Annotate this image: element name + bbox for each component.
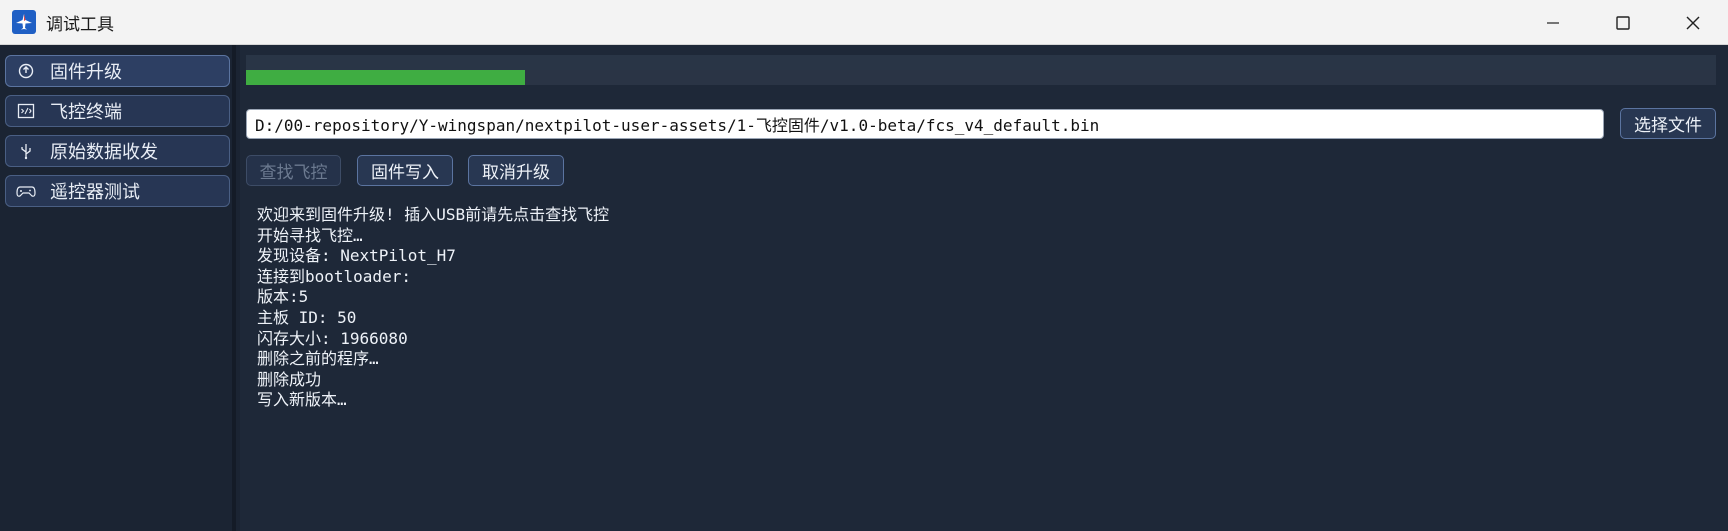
log-line: 主板 ID: 50 [257,307,357,327]
close-icon [1686,16,1700,29]
window-title: 调试工具 [46,14,114,35]
upgrade-icon [16,61,36,81]
firmware-path-input[interactable] [246,109,1604,139]
airplane-app-icon [12,10,36,34]
minimize-icon [1547,21,1559,24]
sidebar: 固件升级 飞控终端 原始数据收发 遥控器测试 [0,45,236,531]
minimize-button[interactable] [1518,0,1588,45]
terminal-icon [16,101,36,121]
cancel-upgrade-button[interactable]: 取消升级 [468,155,564,186]
log-line: 连接到bootloader: [257,266,411,286]
log-line: 开始寻找飞控… [257,225,363,245]
log-line: 删除成功 [257,369,322,389]
find-fc-button[interactable]: 查找飞控 [246,155,341,186]
log-line: 版本:5 [257,287,309,307]
usb-icon [16,141,36,161]
progress-fill [246,70,526,85]
sidebar-item-fc-terminal[interactable]: 飞控终端 [5,95,230,127]
sidebar-item-label: 原始数据收发 [50,142,158,163]
maximize-button[interactable] [1588,0,1658,45]
upgrade-progress-bar [246,55,1716,85]
sidebar-item-rc-test[interactable]: 遥控器测试 [5,175,230,207]
select-file-button[interactable]: 选择文件 [1620,108,1716,139]
maximize-icon [1616,15,1630,30]
log-line: 删除之前的程序… [257,349,379,369]
log-line: 欢迎来到固件升级! 插入USB前请先点击查找飞控 [257,205,610,224]
log-line: 发现设备: NextPilot_H7 [257,246,456,266]
log-line: 闪存大小: 1966080 [257,328,408,348]
close-button[interactable] [1658,0,1728,45]
upgrade-log: 欢迎来到固件升级! 插入USB前请先点击查找飞控 开始寻找飞控… 发现设备: N… [257,205,1697,411]
sidebar-item-firmware-upgrade[interactable]: 固件升级 [5,55,230,87]
sidebar-item-label: 飞控终端 [50,102,122,123]
write-firmware-button[interactable]: 固件写入 [357,155,453,186]
sidebar-item-label: 遥控器测试 [50,182,140,203]
title-bar: 调试工具 [0,0,1728,45]
firmware-upgrade-panel: 选择文件 查找飞控 固件写入 取消升级 欢迎来到固件升级! 插入USB前请先点击… [240,45,1728,531]
log-line: 写入新版本… [257,390,347,410]
sidebar-item-label: 固件升级 [50,62,122,83]
gamepad-icon [16,181,36,201]
sidebar-item-raw-data[interactable]: 原始数据收发 [5,135,230,167]
